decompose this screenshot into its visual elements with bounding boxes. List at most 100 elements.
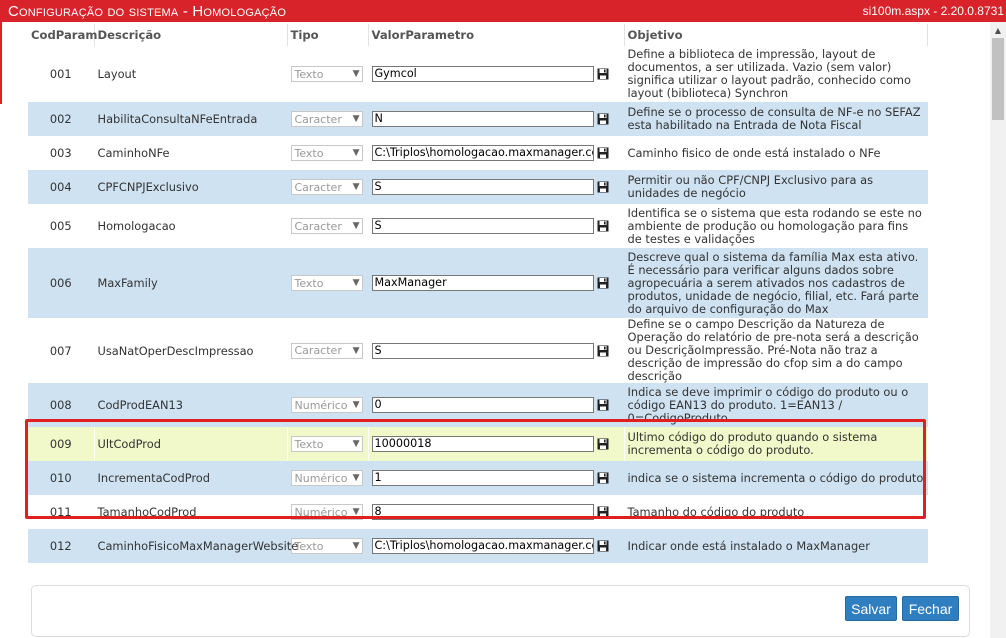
floppy-disk-icon[interactable]	[597, 540, 609, 552]
cell-codparam: 006	[28, 248, 95, 318]
table-row[interactable]: 008 CodProdEAN13 Numérico ▼ 0 Indica se deve …	[28, 383, 928, 427]
table-row[interactable]: 002 HabilitaConsultaNFeEntrada Caracter ▼ N D…	[28, 102, 928, 136]
cell-tipo: Numérico ▼	[287, 461, 369, 495]
chevron-down-icon: ▼	[352, 345, 360, 356]
floppy-disk-icon[interactable]	[597, 113, 609, 125]
cell-valor: Gymcol	[368, 46, 625, 102]
cell-objetivo: Caminho fisico de onde está instalado o …	[624, 136, 928, 170]
tipo-select-value: Numérico	[294, 505, 348, 519]
tipo-select[interactable]: Texto ▼	[290, 538, 363, 554]
tipo-select[interactable]: Texto ▼	[290, 436, 363, 452]
floppy-disk-icon[interactable]	[597, 220, 609, 232]
floppy-disk-icon[interactable]	[597, 68, 609, 80]
chevron-down-icon: ▼	[352, 221, 360, 231]
cell-valor: 10000018	[368, 427, 625, 461]
cell-valor: 0	[368, 383, 625, 427]
table-row[interactable]: 011 TamanhoCodProd Numérico ▼ 8 Tamanho do có…	[28, 495, 928, 529]
floppy-disk-icon[interactable]	[597, 345, 609, 357]
scrollbar-thumb[interactable]	[992, 38, 1004, 120]
tipo-select[interactable]: Texto ▼	[290, 275, 363, 291]
floppy-disk-icon[interactable]	[597, 147, 609, 159]
table-row[interactable]: 005 Homologacao Caracter ▼ S Identifica se o …	[28, 204, 928, 248]
cell-tipo: Caracter ▼	[287, 204, 369, 248]
tipo-select[interactable]: Caracter ▼	[290, 218, 363, 234]
floppy-disk-icon[interactable]	[597, 506, 609, 518]
vertical-scrollbar[interactable]: ▲	[990, 22, 1006, 638]
cell-tipo: Texto ▼	[287, 46, 369, 102]
header-objetivo[interactable]: Objetivo	[624, 24, 928, 46]
tipo-select[interactable]: Caracter ▼	[290, 111, 363, 127]
table-row[interactable]: 001 Layout Texto ▼ Gymcol Define a biblioteca…	[28, 46, 928, 102]
cell-objetivo: Define se o campo Descrição da Natureza …	[624, 318, 928, 383]
floppy-disk-icon[interactable]	[597, 438, 609, 450]
cell-tipo: Texto ▼	[287, 529, 369, 563]
cell-objetivo: Indica se deve imprimir o código do prod…	[624, 383, 928, 427]
table-row[interactable]: 007 UsaNatOperDescImpressao Caracter ▼ S Defi…	[28, 318, 928, 383]
cell-valor: 8	[368, 495, 625, 529]
valor-parametro-input[interactable]: S	[371, 179, 594, 195]
table-row[interactable]: 006 MaxFamily Texto ▼ MaxManager Descreve qua…	[28, 248, 928, 318]
cell-descricao: Homologacao	[94, 204, 288, 248]
cell-tipo: Numérico ▼	[287, 495, 369, 529]
save-button[interactable]: Salvar	[845, 596, 897, 621]
tipo-select[interactable]: Numérico ▼	[290, 397, 363, 413]
tipo-select[interactable]: Numérico ▼	[290, 470, 363, 486]
close-button[interactable]: Fechar	[902, 596, 959, 621]
tipo-select[interactable]: Texto ▼	[290, 145, 363, 161]
cell-objetivo: indica se o sistema incrementa o código …	[624, 461, 928, 495]
tipo-select-value: Numérico	[294, 398, 348, 412]
cell-tipo: Caracter ▼	[287, 170, 369, 204]
table-row[interactable]: 004 CPFCNPJExclusivo Caracter ▼ S Permitir ou…	[28, 170, 928, 204]
floppy-disk-icon[interactable]	[597, 181, 609, 193]
cell-descricao: HabilitaConsultaNFeEntrada	[94, 102, 288, 136]
chevron-down-icon: ▼	[352, 473, 360, 483]
valor-parametro-input[interactable]: S	[371, 342, 594, 359]
header-codparam[interactable]: CodParam	[28, 24, 97, 46]
table-row[interactable]: 009 UltCodProd Texto ▼ 10000018 Ultimo código…	[28, 427, 928, 461]
cell-codparam: 003	[28, 136, 95, 170]
cell-descricao: CaminhoNFe	[94, 136, 288, 170]
cell-objetivo: Permitir ou não CPF/CNPJ Exclusivo para …	[624, 170, 928, 204]
valor-parametro-input[interactable]: C:\Triplos\homologacao.maxmanager.com	[371, 145, 594, 161]
valor-parametro-input[interactable]: 8	[371, 504, 594, 520]
valor-parametro-input[interactable]: 0	[371, 397, 594, 413]
header-valor[interactable]: ValorParametro	[368, 24, 625, 46]
header-descricao[interactable]: Descrição	[94, 24, 288, 46]
cell-codparam: 005	[28, 204, 95, 248]
cell-codparam: 009	[28, 427, 95, 461]
valor-parametro-input[interactable]: 10000018	[371, 436, 594, 452]
cell-codparam: 012	[28, 529, 95, 563]
scroll-up-icon[interactable]: ▲	[990, 22, 1006, 38]
valor-parametro-input[interactable]: S	[371, 218, 594, 234]
floppy-disk-icon[interactable]	[597, 399, 609, 411]
valor-parametro-input[interactable]: Gymcol	[371, 66, 594, 82]
cell-objetivo: Ultimo código do produto quando o sistem…	[624, 427, 928, 461]
header-tipo[interactable]: Tipo	[287, 24, 369, 46]
cell-objetivo: Descreve qual o sistema da família Max e…	[624, 248, 928, 318]
tipo-select[interactable]: Numérico ▼	[290, 504, 363, 520]
valor-parametro-input[interactable]: MaxManager	[371, 275, 594, 291]
tipo-select-value: Caracter	[294, 219, 342, 233]
tipo-select[interactable]: Caracter ▼	[290, 179, 363, 195]
cell-descricao: CodProdEAN13	[94, 383, 288, 427]
tipo-select[interactable]: Caracter ▼	[290, 342, 363, 359]
cell-tipo: Texto ▼	[287, 427, 369, 461]
cell-codparam: 004	[28, 170, 95, 204]
cell-valor: 1	[368, 461, 625, 495]
tipo-select-value: Texto	[294, 146, 324, 160]
floppy-disk-icon[interactable]	[597, 472, 609, 484]
footer-panel	[31, 585, 970, 637]
cell-objetivo: Define a biblioteca de impressão, layout…	[624, 46, 928, 102]
cell-tipo: Caracter ▼	[287, 102, 369, 136]
tipo-select[interactable]: Texto ▼	[290, 66, 363, 82]
valor-parametro-input[interactable]: N	[371, 111, 594, 127]
floppy-disk-icon[interactable]	[597, 277, 609, 289]
table-row[interactable]: 003 CaminhoNFe Texto ▼ C:\Triplos\homologaca…	[28, 136, 928, 170]
cell-tipo: Caracter ▼	[287, 318, 369, 383]
valor-parametro-input[interactable]: C:\Triplos\homologacao.maxmanager.com	[371, 538, 594, 554]
cell-valor: C:\Triplos\homologacao.maxmanager.com	[368, 136, 625, 170]
cell-valor: S	[368, 318, 625, 383]
table-row[interactable]: 010 IncrementaCodProd Numérico ▼ 1 indica se …	[28, 461, 928, 495]
table-row[interactable]: 012 CaminhoFisicoMaxManagerWebsite Texto ▼ C…	[28, 529, 928, 563]
valor-parametro-input[interactable]: 1	[371, 470, 594, 486]
